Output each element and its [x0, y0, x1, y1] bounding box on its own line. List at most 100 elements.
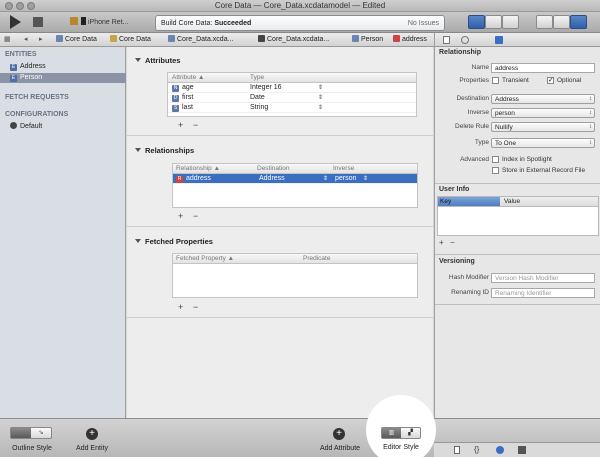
attribute-type[interactable]: Date — [250, 94, 265, 101]
outline-style-control[interactable]: ⇘ — [10, 427, 52, 439]
add-entity-label[interactable]: Add Entity — [62, 445, 122, 452]
section-divider — [127, 226, 433, 227]
build-status-state: Succeeded — [214, 20, 252, 27]
related-items-icon[interactable]: ▦ — [4, 35, 11, 43]
sidebar-item-person[interactable]: E Person — [0, 73, 126, 83]
scheme-selector[interactable]: iPhone Ret... — [70, 16, 150, 29]
add-entity-icon[interactable]: + — [86, 428, 98, 440]
add-user-info-plus-button[interactable]: + — [439, 238, 444, 247]
file-inspector-icon[interactable] — [443, 36, 450, 44]
column-header-inverse[interactable]: Inverse — [333, 165, 354, 172]
outline-style-hierarchy-segment[interactable]: ⇘ — [31, 428, 51, 438]
jumpbar-item-folder[interactable]: Core Data — [110, 35, 151, 43]
column-header-type[interactable]: Type — [250, 74, 264, 81]
forward-arrow-icon[interactable]: ▸ — [39, 35, 43, 43]
jumpbar-item-relationship[interactable]: address — [393, 35, 427, 43]
jumpbar-label: Core_Data.xcdata... — [267, 36, 330, 43]
column-header-fetched-property[interactable]: Fetched Property ▲ — [176, 255, 234, 262]
external-record-checkbox[interactable] — [492, 167, 499, 174]
editor-style-table-segment[interactable]: ▥ — [382, 428, 401, 438]
sidebar-item-default[interactable]: Default — [0, 122, 126, 132]
remove-attribute-minus-button[interactable]: − — [193, 120, 198, 130]
remove-fetched-property-minus-button[interactable]: − — [193, 302, 198, 312]
popup-arrows-icon: ⇕ — [318, 85, 324, 91]
jumpbar-item-model[interactable]: Core_Data.xcda... — [168, 35, 233, 43]
remove-relationship-minus-button[interactable]: − — [193, 211, 198, 221]
utilities-toggle-button[interactable] — [570, 15, 587, 29]
column-header-attribute[interactable]: Attribute ▲ — [172, 74, 204, 81]
inspector-divider — [435, 304, 600, 305]
jumpbar-label: Core_Data.xcda... — [177, 36, 234, 43]
fetched-properties-header[interactable]: Fetched Properties — [135, 237, 425, 246]
data-model-inspector-icon[interactable] — [495, 36, 503, 44]
version-editor-button[interactable] — [502, 15, 519, 29]
relationship-inverse[interactable]: person — [335, 175, 356, 182]
column-header-value[interactable]: Value — [504, 197, 520, 206]
table-row[interactable]: Raddress Address ⇕ person ⇕ — [173, 174, 417, 184]
table-row[interactable]: Dfirst Date ⇕ — [168, 93, 416, 103]
table-row[interactable]: Nage Integer 16 ⇕ — [168, 83, 416, 93]
destination-popup[interactable]: Address — [491, 94, 595, 104]
outline-style-table-segment[interactable] — [11, 428, 31, 438]
jumpbar-item-model-version[interactable]: Core_Data.xcdata... — [258, 35, 329, 43]
sidebar-item-address[interactable]: E Address — [0, 62, 126, 72]
add-attribute-plus-button[interactable]: + — [178, 120, 183, 130]
column-header-key[interactable]: Key — [438, 197, 500, 206]
inverse-label: Inverse — [467, 109, 489, 116]
file-template-library-icon[interactable] — [454, 446, 460, 454]
transient-label: Transient — [502, 77, 529, 84]
section-divider — [127, 317, 433, 318]
table-row[interactable]: Slast String ⇕ — [168, 103, 416, 113]
editor-style-control[interactable]: ▥ ▞ — [381, 427, 421, 439]
media-library-icon[interactable] — [518, 446, 526, 454]
relationship-destination[interactable]: Address — [259, 175, 285, 182]
column-header-relationship[interactable]: Relationship ▲ — [176, 165, 220, 172]
editor-style-graph-segment[interactable]: ▞ — [401, 428, 420, 438]
relationship-type-popup[interactable]: To One — [491, 138, 595, 148]
entity-icon — [352, 35, 359, 42]
remove-user-info-minus-button[interactable]: − — [450, 238, 455, 247]
quick-help-icon[interactable] — [461, 36, 469, 44]
debug-area-toggle-button[interactable] — [553, 15, 570, 29]
jumpbar-item-project[interactable]: Core Data — [56, 35, 97, 43]
inverse-popup[interactable]: person — [491, 108, 595, 118]
add-attribute-icon[interactable]: + — [333, 428, 345, 440]
column-header-predicate[interactable]: Predicate — [303, 255, 330, 262]
add-fetched-property-plus-button[interactable]: + — [178, 302, 183, 312]
relationships-header[interactable]: Relationships — [135, 146, 425, 155]
back-arrow-icon[interactable]: ◂ — [24, 35, 28, 43]
toolbar: iPhone Ret... Build Core Data: Succeeded… — [0, 12, 600, 33]
delete-rule-popup[interactable]: Nullify — [491, 122, 595, 132]
run-button[interactable] — [10, 15, 21, 29]
hash-modifier-field[interactable]: Version Hash Modifier — [491, 273, 595, 283]
advanced-label: Advanced — [460, 156, 489, 163]
add-attribute-label[interactable]: Add Attribute — [310, 445, 370, 452]
attribute-name: age — [182, 84, 194, 91]
jumpbar-item-entity[interactable]: Person — [352, 35, 383, 43]
relationship-name-field[interactable]: address — [491, 63, 595, 73]
transient-checkbox[interactable] — [492, 77, 499, 84]
fetched-properties-title: Fetched Properties — [145, 237, 213, 246]
attributes-header[interactable]: Attributes — [135, 56, 425, 65]
optional-checkbox[interactable]: ✓ — [547, 77, 554, 84]
object-library-icon[interactable] — [496, 446, 504, 454]
index-spotlight-checkbox[interactable] — [492, 156, 499, 163]
attribute-type[interactable]: String — [250, 104, 268, 111]
attribute-type[interactable]: Integer 16 — [250, 84, 282, 91]
relationship-name: address — [186, 175, 211, 182]
column-header-destination[interactable]: Destination — [257, 165, 290, 172]
configuration-label: Default — [20, 123, 43, 130]
standard-editor-button[interactable] — [468, 15, 485, 29]
relationships-table-header: Relationship ▲ Destination Inverse — [173, 164, 417, 174]
renaming-id-field[interactable]: Renaming Identifier — [491, 288, 595, 298]
entity-icon: E — [10, 75, 17, 82]
add-relationship-plus-button[interactable]: + — [178, 211, 183, 221]
stop-button[interactable] — [33, 17, 43, 27]
jumpbar-label: Person — [361, 36, 384, 43]
activity-viewer: Build Core Data: Succeeded No Issues — [155, 15, 445, 31]
assistant-editor-button[interactable] — [485, 15, 502, 29]
navigator-toggle-button[interactable] — [536, 15, 553, 29]
jumpbar-label: Core Data — [119, 36, 151, 43]
versioning-header: Versioning — [439, 258, 475, 265]
code-snippet-library-icon[interactable]: {} — [474, 445, 479, 454]
